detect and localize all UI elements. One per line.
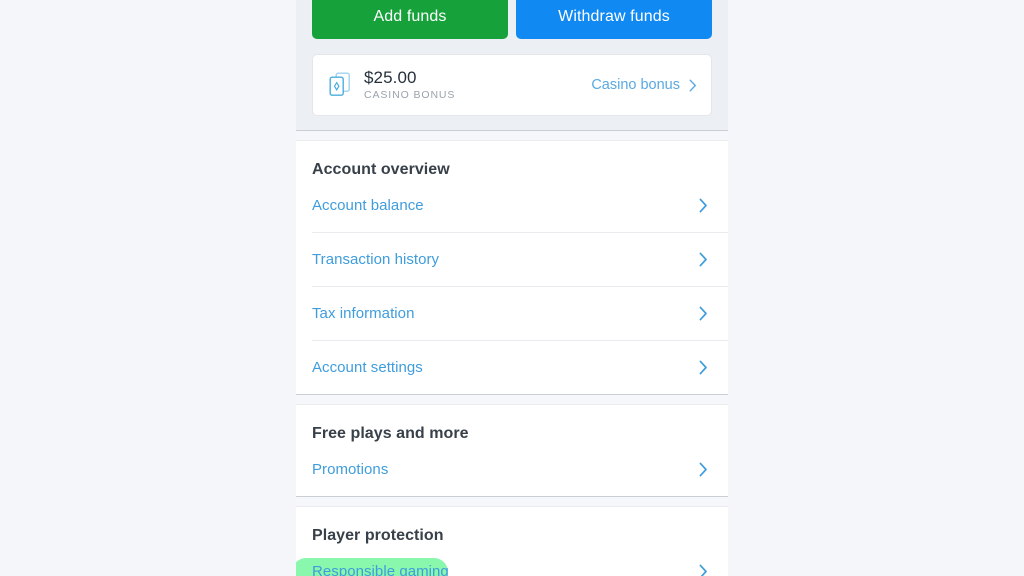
list-item-transaction-history[interactable]: Transaction history [312,233,728,287]
section-title-free-plays: Free plays and more [312,425,469,442]
section-free-plays: Free plays and more Promotions [296,405,728,496]
section-separator [296,130,728,141]
player-protection-rows: Responsible gaming [296,545,728,576]
section-account-overview: Account overview Account balance Transac… [296,141,728,394]
section-title-player-protection: Player protection [312,527,444,544]
list-item-account-balance[interactable]: Account balance [312,179,728,233]
list-item-label: Account balance [312,197,424,214]
account-overview-rows: Account balance Transaction history Tax … [296,179,728,394]
section-separator [296,394,728,405]
chevron-right-icon [699,252,708,267]
casino-bonus-card[interactable]: $25.00 CASINO BONUS Casino bonus [312,54,712,116]
list-item-tax-information[interactable]: Tax information [312,287,728,341]
section-separator [296,496,728,507]
wallet-actions-panel: Add funds Withdraw funds $25.00 CASINO B [296,0,728,130]
add-funds-button[interactable]: Add funds [312,0,508,39]
chevron-right-icon [689,79,697,92]
free-plays-rows: Promotions [296,443,728,496]
section-player-protection: Player protection Responsible gaming [296,507,728,576]
casino-bonus-link-label: Casino bonus [591,77,680,93]
chevron-right-icon [699,198,708,213]
content-column: Add funds Withdraw funds $25.00 CASINO B [296,0,728,576]
withdraw-funds-button[interactable]: Withdraw funds [516,0,712,39]
casino-bonus-sublabel: CASINO BONUS [364,89,456,101]
chevron-right-icon [699,564,708,576]
casino-bonus-amount: $25.00 [364,68,417,87]
screen: Add funds Withdraw funds $25.00 CASINO B [0,0,1024,576]
list-item-responsible-gaming[interactable]: Responsible gaming [296,545,728,576]
casino-bonus-info: $25.00 CASINO BONUS [329,68,591,102]
playing-cards-icon [329,72,351,98]
chevron-right-icon [699,462,708,477]
chevron-right-icon [699,360,708,375]
list-item-label: Transaction history [312,251,440,268]
casino-bonus-text: $25.00 CASINO BONUS [364,68,455,102]
list-item-label: Tax information [312,305,415,322]
list-item-label: Promotions [312,461,389,478]
chevron-right-icon [699,306,708,321]
section-title-account-overview: Account overview [312,161,450,178]
list-item-label: Responsible gaming [312,563,449,576]
list-item-label: Account settings [312,359,423,376]
casino-bonus-link[interactable]: Casino bonus [591,77,697,93]
list-item-promotions[interactable]: Promotions [312,443,728,496]
list-item-account-settings[interactable]: Account settings [312,341,728,394]
wallet-button-row: Add funds Withdraw funds [312,0,712,39]
